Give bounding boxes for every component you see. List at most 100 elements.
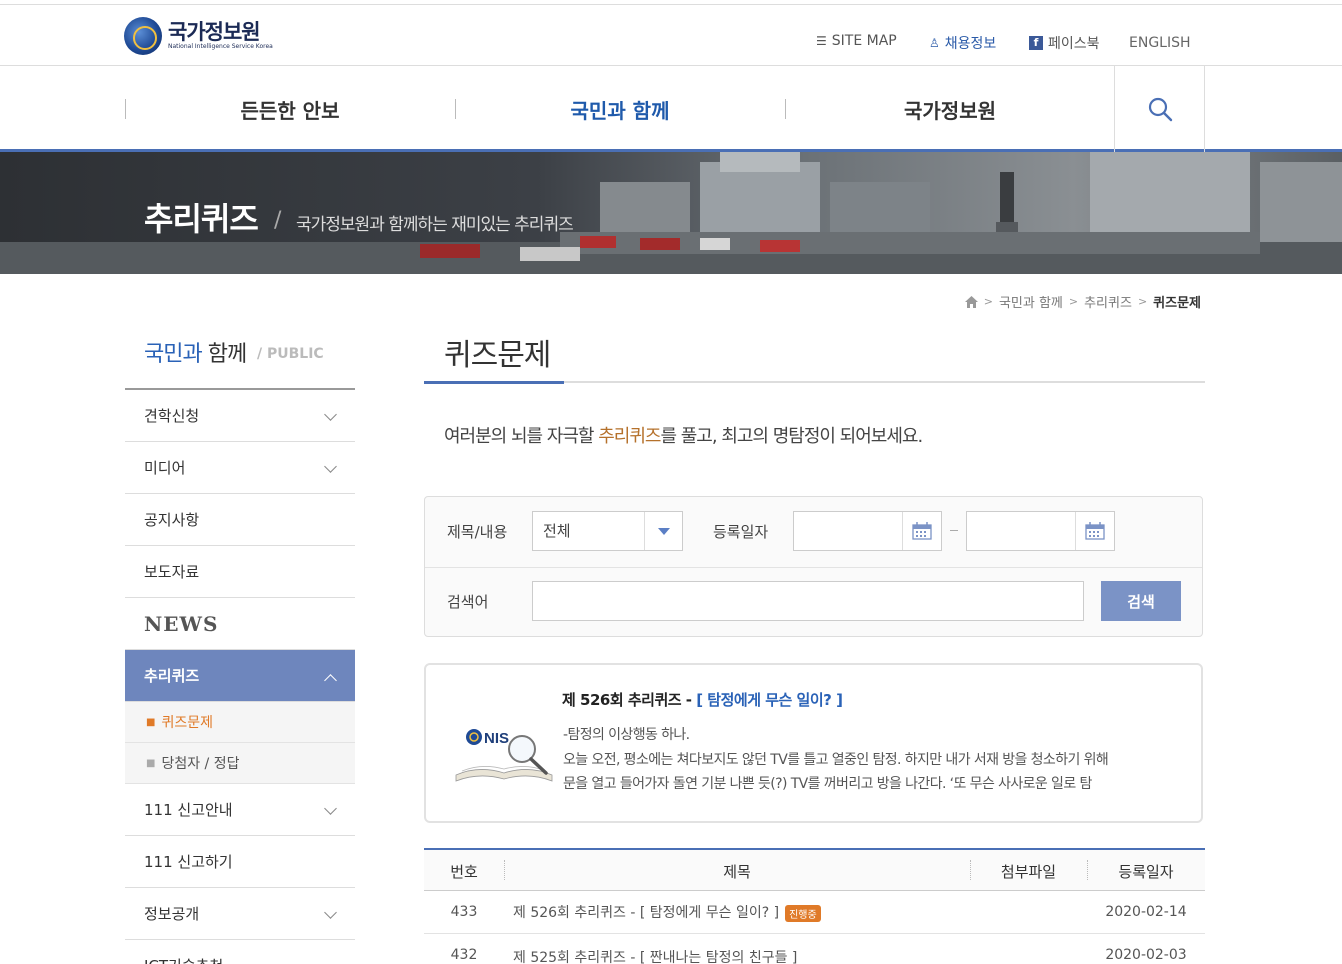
recruit-link[interactable]: ♙ 채용정보 — [929, 33, 996, 53]
intro-text: 여러분의 뇌를 자극할 추리퀴즈를 풀고, 최고의 명탐정이 되어보세요. — [444, 422, 923, 448]
sidebar-subitem-winners[interactable]: ■ 당첨자 / 정답 — [125, 743, 355, 784]
featured-quiz-excerpt: -탐정의 이상행동 하나. 오늘 오전, 평소에는 쳐다보지도 않던 TV를 틀… — [563, 723, 1183, 797]
facebook-link[interactable]: f 페이스북 — [1029, 33, 1100, 53]
hero-subtitle: 국가정보원과 함께하는 재미있는 추리퀴즈 — [296, 215, 574, 235]
chevron-up-icon — [324, 674, 337, 687]
breadcrumb-item[interactable]: 추리퀴즈 — [1084, 292, 1132, 311]
sidebar-item-notice[interactable]: 공지사항 — [125, 494, 355, 546]
search-button[interactable]: 검색 — [1101, 581, 1181, 621]
calendar-icon — [912, 522, 932, 540]
logo-title: 국가정보원 — [168, 20, 261, 44]
chevron-right-icon: > — [1137, 295, 1148, 308]
table-row[interactable]: 433 제 526회 추리퀴즈 - [ 탐정에게 무슨 일이? ] 진행중 202… — [424, 891, 1205, 934]
bullet-icon: ■ — [146, 757, 156, 769]
field-label: 제목/내용 — [447, 523, 508, 541]
site-logo[interactable]: 국가정보원 National Intelligence Service Kore… — [124, 17, 273, 55]
calendar-button[interactable] — [1075, 512, 1114, 550]
chevron-down-icon — [324, 408, 337, 421]
col-header-title: 제목 — [723, 863, 751, 881]
sidebar-item-label: 추리퀴즈 — [144, 667, 200, 685]
col-header-attachment: 첨부파일 — [1000, 863, 1057, 881]
top-utility-bar: 국가정보원 National Intelligence Service Kore… — [0, 4, 1342, 66]
sidebar-item-media[interactable]: 미디어 — [125, 442, 355, 494]
row-date: 2020-02-03 — [1105, 947, 1187, 963]
featured-quiz-title[interactable]: 제 526회 추리퀴즈 - [ 탐정에게 무슨 일이? ] — [562, 689, 843, 710]
date-range-dash — [950, 530, 958, 531]
sidebar-subtitle: / PUBLIC — [257, 346, 324, 362]
sitemap-label: SITE MAP — [831, 33, 897, 49]
featured-quiz-card[interactable]: NIS 제 526회 추리퀴즈 - [ 탐정에게 무슨 일이? ] -탐정의 이… — [424, 663, 1203, 823]
sidebar-item-label: 정보공개 — [144, 905, 200, 923]
person-icon: ♙ — [929, 36, 940, 50]
quiz-table: 번호 제목 첨부파일 등록일자 433 제 526회 추리퀴즈 - [ 탐정에게… — [424, 848, 1205, 964]
search-field-value: 전체 — [543, 522, 571, 540]
chevron-down-icon — [324, 906, 337, 919]
featured-quiz-number: 제 526회 추리퀴즈 - — [562, 691, 697, 709]
search-toggle-button[interactable] — [1114, 66, 1205, 152]
sidebar-item-111-report[interactable]: 111 신고하기 — [125, 836, 355, 888]
calendar-icon — [1085, 522, 1105, 540]
sidebar-item-label: 111 신고안내 — [144, 801, 233, 819]
nav-item-nis[interactable]: 국가정보원 — [785, 66, 1115, 152]
sidebar-subitem-quiz-questions[interactable]: ■ 퀴즈문제 — [125, 702, 355, 743]
featured-quiz-name: [ 탐정에게 무슨 일이? ] — [696, 691, 843, 709]
intro-part: 를 풀고, 최고의 명탐정이 되어보세요. — [660, 426, 923, 447]
dropdown-button[interactable] — [644, 512, 682, 550]
sidebar-subitem-label: 퀴즈문제 — [161, 715, 213, 731]
keyword-input[interactable] — [532, 581, 1084, 621]
row-title-link[interactable]: 제 526회 추리퀴즈 - [ 탐정에게 무슨 일이? ] 진행중 — [513, 902, 821, 922]
chevron-down-icon — [324, 460, 337, 473]
status-badge: 진행중 — [785, 904, 821, 922]
row-date: 2020-02-14 — [1105, 904, 1187, 920]
sidebar-item-disclosure[interactable]: 정보공개 — [125, 888, 355, 940]
row-title-link[interactable]: 제 525회 추리퀴즈 - [ 짠내나는 탐정의 친구들 ] — [513, 947, 797, 964]
sidebar-item-news[interactable]: NEWS — [125, 598, 355, 650]
intro-highlight: 추리퀴즈 — [598, 426, 661, 447]
nis-book-magnifier-icon: NIS — [455, 729, 553, 782]
facebook-label: 페이스북 — [1048, 36, 1100, 52]
sitemap-link[interactable]: ☰ SITE MAP — [816, 33, 897, 49]
excerpt-line: 문을 열고 들어가자 돌연 기분 나쁜 듯(?) TV를 꺼버리고 방을 나간다… — [563, 776, 1092, 792]
hero-title: 추리퀴즈 — [144, 200, 259, 238]
sidebar-title-main: 국민과 — [144, 342, 203, 367]
end-date-input[interactable] — [966, 511, 1115, 551]
sidebar-item-press[interactable]: 보도자료 — [125, 546, 355, 598]
col-header-number: 번호 — [450, 863, 478, 881]
keyword-label: 검색어 — [447, 593, 489, 611]
logo-subtitle: National Intelligence Service Korea — [168, 43, 273, 50]
search-field-select[interactable]: 전체 — [532, 511, 683, 551]
nis-emblem-icon — [124, 17, 162, 55]
sidebar-menu: 견학신청 미디어 공지사항 보도자료 NEWS 추리퀴즈 ■ 퀴즈문제 ■ 당첨… — [125, 388, 355, 964]
main-navigation: 든든한 안보 국민과 함께 국가정보원 — [0, 66, 1342, 152]
sidebar-subitem-label: 당첨자 / 정답 — [161, 756, 240, 772]
start-date-input[interactable] — [793, 511, 942, 551]
english-link[interactable]: ENGLISH — [1129, 35, 1191, 51]
breadcrumb-item[interactable]: 국민과 함께 — [999, 292, 1063, 311]
col-header-date: 등록일자 — [1118, 863, 1174, 881]
sidebar-item-111-guide[interactable]: 111 신고안내 — [125, 784, 355, 836]
sidebar-item-label: 견학신청 — [144, 407, 200, 425]
search-panel: 제목/내용 전체 등록일자 검색어 검색 — [424, 496, 1203, 637]
nav-item-security[interactable]: 든든한 안보 — [125, 66, 455, 152]
chevron-down-icon — [324, 802, 337, 815]
sidebar-item-quiz[interactable]: 추리퀴즈 — [125, 650, 355, 702]
nav-item-with-citizens[interactable]: 국민과 함께 — [455, 66, 785, 152]
search-row: 제목/내용 전체 등록일자 — [425, 497, 1202, 568]
sidebar-item-label: 111 신고하기 — [144, 853, 233, 871]
date-label: 등록일자 — [713, 523, 769, 541]
sidebar-item-ict[interactable]: ICT기술추천 — [125, 940, 355, 964]
excerpt-line: 오늘 오전, 평소에는 쳐다보지도 않던 TV를 틀고 열중인 탐정. 하지만 … — [563, 751, 1109, 768]
home-icon[interactable] — [964, 295, 978, 308]
svg-text:NIS: NIS — [484, 730, 509, 747]
breadcrumb: > 국민과 함께 > 추리퀴즈 > 퀴즈문제 — [964, 292, 1201, 311]
recruit-label: 채용정보 — [944, 36, 997, 52]
row-number: 432 — [450, 947, 478, 963]
sidebar-title: 국민과 함께 — [144, 336, 247, 368]
sidebar-item-tour[interactable]: 견학신청 — [125, 390, 355, 442]
calendar-button[interactable] — [902, 512, 941, 550]
sidebar-item-label: 미디어 — [144, 459, 186, 477]
table-row[interactable]: 432 제 525회 추리퀴즈 - [ 짠내나는 탐정의 친구들 ] 2020-… — [424, 934, 1205, 964]
sidebar-item-label: ICT기술추천 — [144, 955, 223, 964]
facebook-icon: f — [1029, 36, 1043, 50]
sidebar-item-label: 공지사항 — [144, 511, 200, 529]
